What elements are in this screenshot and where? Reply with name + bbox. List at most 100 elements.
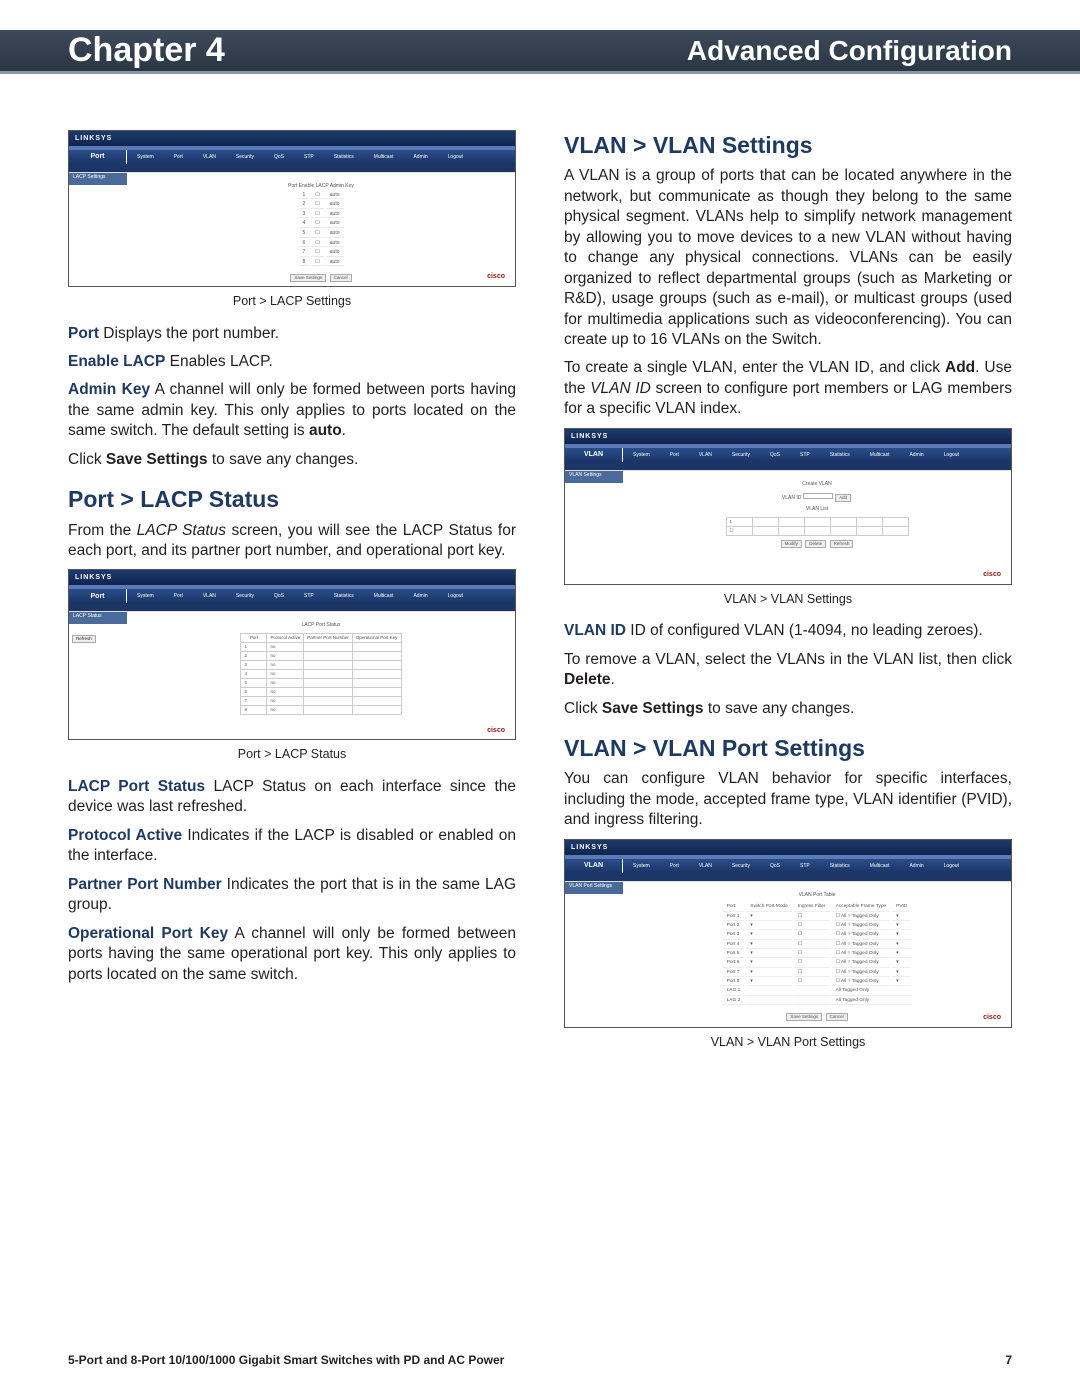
right-column: VLAN > VLAN Settings A VLAN is a group o… bbox=[564, 130, 1012, 1327]
ss-body: LACP Settings Port Enable LACP Admin Key… bbox=[69, 172, 515, 268]
chapter-label: Chapter 4 bbox=[68, 31, 225, 70]
ss-btns: Save Settings Cancel bbox=[623, 1013, 1011, 1021]
para-partner-port: Partner Port Number Indicates the port t… bbox=[68, 875, 516, 916]
ss-sub bbox=[565, 462, 1011, 470]
ss-sub bbox=[69, 164, 515, 172]
ss-sub bbox=[565, 873, 1011, 881]
ss-tab-vlan: VLAN bbox=[565, 859, 623, 873]
ss-tab-vlan: VLAN bbox=[565, 448, 623, 462]
m: STP bbox=[304, 154, 314, 161]
m: Security bbox=[236, 154, 254, 161]
m: Statistics bbox=[830, 452, 850, 459]
create-vlan: Create VLAN bbox=[623, 481, 1011, 488]
ss-sidelabel: LACP Status bbox=[69, 612, 127, 624]
para-lacp-port-status: LACP Port Status LACP Status on each int… bbox=[68, 777, 516, 818]
ss-header: LINKSYS bbox=[565, 840, 1011, 855]
ss-tab-port: Port bbox=[69, 589, 127, 603]
para-vlan-port-desc: You can configure VLAN behavior for spec… bbox=[564, 769, 1012, 830]
m: Statistics bbox=[334, 593, 354, 600]
m: STP bbox=[304, 593, 314, 600]
m: Multicast bbox=[374, 154, 394, 161]
m: Security bbox=[732, 452, 750, 459]
ss-nav: Port System Port VLAN Security QoS STP S… bbox=[69, 589, 515, 603]
m: Statistics bbox=[830, 863, 850, 870]
ss-header: LINKSYS bbox=[69, 570, 515, 585]
m: Statistics bbox=[334, 154, 354, 161]
chapter-header: Chapter 4 Advanced Configuration bbox=[0, 30, 1080, 74]
screenshot-lacp-settings: LINKSYS Port System Port VLAN Security Q… bbox=[68, 130, 516, 287]
ss-content: VLAN Port Table PortSwitch Port ModeIngr… bbox=[623, 882, 1011, 1009]
para-lacp-status: From the LACP Status screen, you will se… bbox=[68, 521, 516, 562]
ss-content: LACP Port Status PortProtocol ActivePart… bbox=[127, 612, 515, 721]
vlan-btns: Modify Delete Refresh bbox=[623, 540, 1011, 548]
page-number: 7 bbox=[1005, 1353, 1012, 1367]
ss-body: VLAN Port Settings VLAN Port Table PortS… bbox=[565, 881, 1011, 1009]
ss-menu: System Port VLAN Security QoS STP Statis… bbox=[623, 448, 1011, 462]
para-enable-lacp: Enable LACP Enables LACP. bbox=[68, 352, 516, 372]
m: VLAN bbox=[203, 593, 216, 600]
m: System bbox=[137, 593, 154, 600]
m: Port bbox=[670, 452, 679, 459]
linksys-logo: LINKSYS bbox=[571, 432, 608, 441]
m: QoS bbox=[770, 452, 780, 459]
vlan-id-row: VLAN ID Add bbox=[623, 493, 1011, 502]
m: Admin bbox=[909, 452, 923, 459]
ss-sidelabel: VLAN Settings bbox=[565, 471, 623, 483]
lacp-status-table: PortProtocol ActivePartner Port NumberOp… bbox=[240, 633, 401, 714]
heading-vlan-settings: VLAN > VLAN Settings bbox=[564, 130, 1012, 160]
m: VLAN bbox=[699, 863, 712, 870]
linksys-logo: LINKSYS bbox=[75, 134, 112, 143]
ss-menu: System Port VLAN Security QoS STP Statis… bbox=[623, 859, 1011, 873]
caption-3: VLAN > VLAN Settings bbox=[564, 591, 1012, 608]
ss-body: VLAN Settings Create VLAN VLAN ID Add VL… bbox=[565, 470, 1011, 566]
ss-content: Create VLAN VLAN ID Add VLAN List 1 ☐ Mo… bbox=[623, 471, 1011, 566]
m: QoS bbox=[770, 863, 780, 870]
ss-content: Port Enable LACP Admin Key 1☐auto 2☐auto… bbox=[127, 173, 515, 268]
ss-body: LACP Status Refresh LACP Port Status Por… bbox=[69, 611, 515, 721]
tbl-title: LACP Port Status bbox=[127, 622, 515, 629]
para-op-port-key: Operational Port Key A channel will only… bbox=[68, 924, 516, 985]
screenshot-vlan-port-settings: LINKSYS VLAN System Port VLAN Security Q… bbox=[564, 839, 1012, 1028]
para-vlan-remove: To remove a VLAN, select the VLANs in th… bbox=[564, 650, 1012, 691]
para-vlan-create: To create a single VLAN, enter the VLAN … bbox=[564, 358, 1012, 419]
refresh-wrap: Refresh bbox=[69, 624, 127, 648]
m: Port bbox=[174, 154, 183, 161]
ss-footer: cisco bbox=[565, 566, 1011, 584]
para-save2: Click Save Settings to save any changes. bbox=[564, 699, 1012, 719]
m: Security bbox=[236, 593, 254, 600]
cisco-logo: cisco bbox=[983, 570, 1001, 579]
ss-nav: Port System Port VLAN Security QoS STP S… bbox=[69, 150, 515, 164]
heading-vlan-port-settings: VLAN > VLAN Port Settings bbox=[564, 733, 1012, 763]
ss-side-wrap: LACP Settings bbox=[69, 173, 127, 268]
m: Logout bbox=[944, 863, 959, 870]
ss-nav: VLAN System Port VLAN Security QoS STP S… bbox=[565, 448, 1011, 462]
m: System bbox=[137, 154, 154, 161]
lacp-table: 1☐auto 2☐auto 3☐auto 4☐auto 5☐auto 6☐aut… bbox=[297, 190, 346, 269]
left-column: LINKSYS Port System Port VLAN Security Q… bbox=[68, 130, 516, 1327]
linksys-logo: LINKSYS bbox=[571, 843, 608, 852]
ss-nav: VLAN System Port VLAN Security QoS STP S… bbox=[565, 859, 1011, 873]
caption-1: Port > LACP Settings bbox=[68, 293, 516, 310]
m: STP bbox=[800, 452, 810, 459]
para-protocol-active: Protocol Active Indicates if the LACP is… bbox=[68, 826, 516, 867]
page-title: Advanced Configuration bbox=[687, 35, 1012, 67]
m: Multicast bbox=[374, 593, 394, 600]
m: Admin bbox=[413, 154, 427, 161]
ss-tab-port: Port bbox=[69, 150, 127, 164]
ss-btns: Save Settings Cancel bbox=[127, 274, 515, 282]
m: VLAN bbox=[203, 154, 216, 161]
m: Multicast bbox=[870, 863, 890, 870]
caption-2: Port > LACP Status bbox=[68, 746, 516, 763]
para-port: Port Displays the port number. bbox=[68, 324, 516, 344]
linksys-logo: LINKSYS bbox=[75, 573, 112, 582]
m: Admin bbox=[909, 863, 923, 870]
m: Logout bbox=[944, 452, 959, 459]
ss-header: LINKSYS bbox=[69, 131, 515, 146]
heading-lacp-status: Port > LACP Status bbox=[68, 484, 516, 514]
para-admin-key: Admin Key A channel will only be formed … bbox=[68, 380, 516, 441]
m: QoS bbox=[274, 593, 284, 600]
m: System bbox=[633, 452, 650, 459]
caption-4: VLAN > VLAN Port Settings bbox=[564, 1034, 1012, 1051]
m: Port bbox=[670, 863, 679, 870]
m: System bbox=[633, 863, 650, 870]
